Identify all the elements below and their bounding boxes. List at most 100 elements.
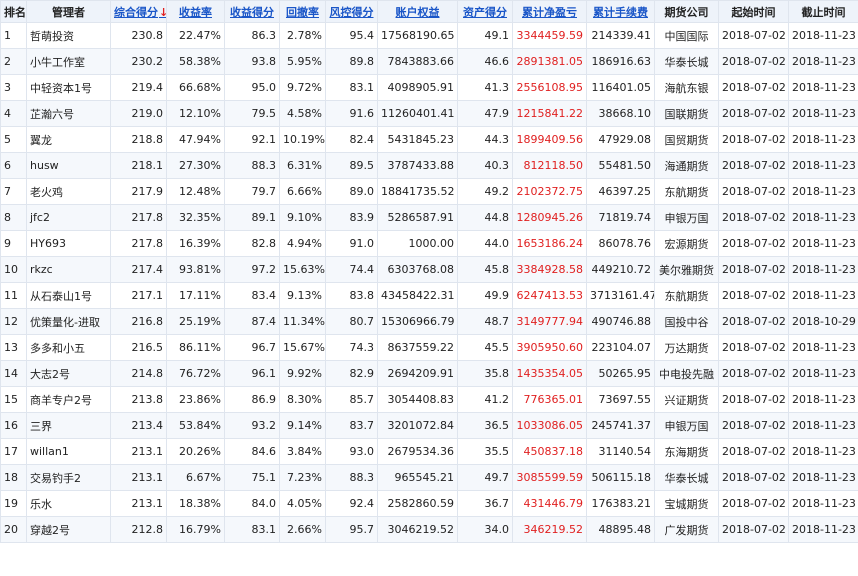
cell-net-profit: 6247413.53 <box>512 282 587 309</box>
cell-score: 213.8 <box>110 386 167 413</box>
header-risk-score-sort-link[interactable]: 风控得分 <box>325 0 378 23</box>
cell-fees: 214339.41 <box>586 22 655 49</box>
cell-return-rate: 12.48% <box>166 178 225 205</box>
cell-fees: 449210.72 <box>586 256 655 283</box>
cell-return-rate: 93.81% <box>166 256 225 283</box>
cell-return-score: 82.8 <box>224 230 280 257</box>
cell-risk-score: 91.0 <box>325 230 378 257</box>
header-drawdown-sort-link[interactable]: 回撤率 <box>279 0 326 23</box>
cell-return-score: 96.1 <box>224 360 280 387</box>
cell-net-profit: 2102372.75 <box>512 178 587 205</box>
cell-manager: 三界 <box>26 412 111 439</box>
header-return-score-sort-link[interactable]: 收益得分 <box>224 0 280 23</box>
cell-score: 213.1 <box>110 490 167 517</box>
cell-end: 2018-11-23 <box>788 256 858 283</box>
cell-score: 230.2 <box>110 48 167 75</box>
cell-fees: 38668.10 <box>586 100 655 127</box>
ranking-table: 排名 管理者 综合得分↓ 收益率 收益得分 回撤率 风控得分 账户权益 资产得分… <box>0 0 858 543</box>
cell-asset-score: 44.8 <box>457 204 513 231</box>
cell-equity: 18841735.52 <box>377 178 458 205</box>
cell-start: 2018-07-02 <box>718 516 789 543</box>
cell-return-rate: 27.30% <box>166 152 225 179</box>
cell-fees: 46397.25 <box>586 178 655 205</box>
cell-return-rate: 6.67% <box>166 464 225 491</box>
cell-fees: 50265.95 <box>586 360 655 387</box>
cell-fees: 490746.88 <box>586 308 655 335</box>
cell-fees: 116401.05 <box>586 74 655 101</box>
cell-rank: 20 <box>0 516 27 543</box>
header-fees-sort-link[interactable]: 累计手续费 <box>586 0 655 23</box>
cell-return-score: 83.1 <box>224 516 280 543</box>
cell-return-score: 83.4 <box>224 282 280 309</box>
cell-return-score: 75.1 <box>224 464 280 491</box>
cell-broker: 海通期货 <box>654 152 719 179</box>
cell-score: 216.8 <box>110 308 167 335</box>
cell-equity: 43458422.31 <box>377 282 458 309</box>
cell-broker: 华泰长城 <box>654 464 719 491</box>
cell-broker: 东海期货 <box>654 438 719 465</box>
cell-fees: 245741.37 <box>586 412 655 439</box>
cell-manager: 商羊专户2号 <box>26 386 111 413</box>
cell-return-rate: 17.11% <box>166 282 225 309</box>
cell-return-score: 79.5 <box>224 100 280 127</box>
header-asset-score-sort-link[interactable]: 资产得分 <box>457 0 513 23</box>
cell-broker: 申银万国 <box>654 412 719 439</box>
cell-fees: 506115.18 <box>586 464 655 491</box>
cell-net-profit: 776365.01 <box>512 386 587 413</box>
table-row: 19 乐水 213.1 18.38% 84.0 4.05% 92.4 2582860.59 36… <box>0 490 858 517</box>
cell-score: 212.8 <box>110 516 167 543</box>
cell-broker: 国联期货 <box>654 100 719 127</box>
header-score-sort-link[interactable]: 综合得分↓ <box>110 0 167 23</box>
cell-score: 218.8 <box>110 126 167 153</box>
cell-equity: 2582860.59 <box>377 490 458 517</box>
cell-manager: 优策量化-进取 <box>26 308 111 335</box>
cell-fees: 186916.63 <box>586 48 655 75</box>
cell-net-profit: 346219.52 <box>512 516 587 543</box>
cell-score: 217.8 <box>110 204 167 231</box>
cell-broker: 中电投先融 <box>654 360 719 387</box>
cell-equity: 15306966.79 <box>377 308 458 335</box>
cell-start: 2018-07-02 <box>718 100 789 127</box>
cell-end: 2018-11-23 <box>788 74 858 101</box>
table-row: 17 willan1 213.1 20.26% 84.6 3.84% 93.0 2679534… <box>0 438 858 465</box>
table-row: 15 商羊专户2号 213.8 23.86% 86.9 8.30% 85.7 3054408.… <box>0 386 858 413</box>
cell-asset-score: 35.5 <box>457 438 513 465</box>
cell-return-score: 86.9 <box>224 386 280 413</box>
cell-return-score: 79.7 <box>224 178 280 205</box>
header-manager: 管理者 <box>26 0 111 23</box>
cell-end: 2018-11-23 <box>788 412 858 439</box>
cell-return-rate: 86.11% <box>166 334 225 361</box>
cell-start: 2018-07-02 <box>718 22 789 49</box>
cell-asset-score: 48.7 <box>457 308 513 335</box>
header-net-profit-sort-link[interactable]: 累计净盈亏 <box>512 0 587 23</box>
cell-drawdown: 5.95% <box>279 48 326 75</box>
header-end: 截止时间 <box>788 0 858 23</box>
cell-manager: 芷瀚六号 <box>26 100 111 127</box>
cell-equity: 17568190.65 <box>377 22 458 49</box>
cell-drawdown: 9.92% <box>279 360 326 387</box>
header-equity-sort-link[interactable]: 账户权益 <box>377 0 458 23</box>
cell-risk-score: 83.8 <box>325 282 378 309</box>
table-row: 3 中轻资本1号 219.4 66.68% 95.0 9.72% 83.1 4098905.9… <box>0 74 858 101</box>
cell-fees: 47929.08 <box>586 126 655 153</box>
cell-equity: 2679534.36 <box>377 438 458 465</box>
header-score-label: 综合得分 <box>114 5 158 19</box>
cell-score: 213.4 <box>110 412 167 439</box>
cell-broker: 国贸期货 <box>654 126 719 153</box>
cell-end: 2018-11-23 <box>788 438 858 465</box>
cell-return-rate: 25.19% <box>166 308 225 335</box>
cell-drawdown: 2.78% <box>279 22 326 49</box>
cell-end: 2018-11-23 <box>788 490 858 517</box>
table-row: 5 翼龙 218.8 47.94% 92.1 10.19% 82.4 5431845.23 44… <box>0 126 858 153</box>
header-return-rate-sort-link[interactable]: 收益率 <box>166 0 225 23</box>
sort-desc-icon: ↓ <box>159 6 166 19</box>
cell-fees: 31140.54 <box>586 438 655 465</box>
cell-rank: 16 <box>0 412 27 439</box>
table-row: 7 老火鸡 217.9 12.48% 79.7 6.66% 89.0 18841735.52 4… <box>0 178 858 205</box>
cell-fees: 71819.74 <box>586 204 655 231</box>
cell-drawdown: 3.84% <box>279 438 326 465</box>
cell-asset-score: 45.5 <box>457 334 513 361</box>
cell-rank: 8 <box>0 204 27 231</box>
cell-manager: 翼龙 <box>26 126 111 153</box>
cell-start: 2018-07-02 <box>718 438 789 465</box>
